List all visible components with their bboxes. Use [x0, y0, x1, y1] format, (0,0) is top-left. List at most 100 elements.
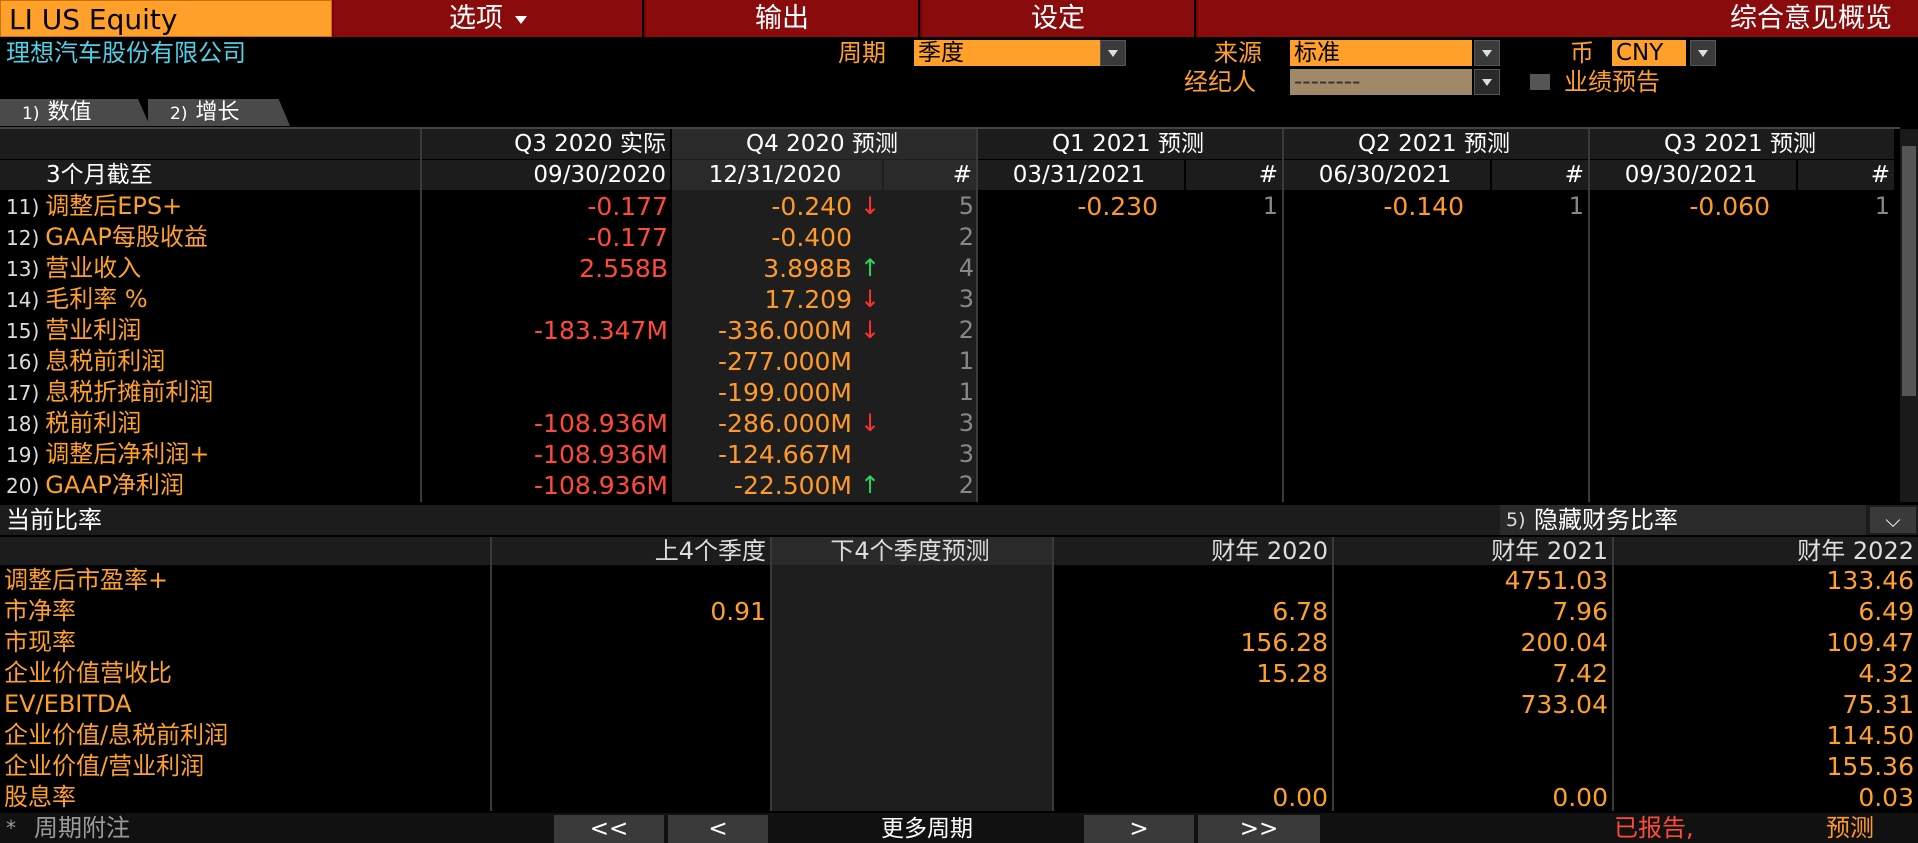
row-label[interactable]: 19) 调整后净利润+: [6, 439, 209, 470]
row-label[interactable]: 18) 税前利润: [6, 408, 141, 439]
currency-dropdown[interactable]: CNY: [1612, 40, 1686, 66]
row-label[interactable]: 13) 营业收入: [6, 253, 141, 284]
ticker-field[interactable]: LI US Equity: [0, 0, 332, 37]
hide-ratios-label: 隐藏财务比率: [1534, 506, 1678, 534]
ratio-value: [788, 720, 1048, 751]
next-period-button[interactable]: >: [1084, 815, 1194, 843]
divider: [490, 537, 492, 811]
row-number: 17): [6, 381, 40, 405]
ratio-header-fy2020: 财年 2020: [1054, 537, 1332, 565]
ratio-label[interactable]: 企业价值/营业利润: [4, 751, 204, 782]
ratio-label[interactable]: EV/EBITDA: [4, 689, 132, 720]
ratio-value: [1348, 751, 1608, 782]
row-number: 13): [6, 257, 40, 281]
hide-ratios-button[interactable]: 5) 隐藏财务比率: [1500, 505, 1866, 535]
ratio-value: [506, 782, 766, 813]
ratio-label[interactable]: 调整后市盈率+: [4, 565, 168, 596]
q4-estimate: -0.400: [771, 223, 852, 252]
row-label-text: 营业利润: [45, 316, 142, 344]
q4-estimate: -124.667M: [718, 440, 852, 469]
col-q4-2020-date: 12/31/2020: [672, 160, 882, 190]
ratio-value: [506, 565, 766, 596]
tab-growth[interactable]: 2) 增长: [148, 99, 290, 126]
period-dropdown[interactable]: 季度: [914, 40, 1100, 66]
actual-value: -0.177: [587, 192, 668, 221]
period-label: 周期: [838, 39, 886, 67]
more-periods-label: 更多周期: [772, 815, 1082, 843]
col-q2-2021-hash: #: [1492, 160, 1588, 190]
collapse-icon[interactable]: ⌵: [1870, 507, 1916, 533]
scrollbar-thumb[interactable]: [1902, 146, 1916, 396]
source-dropdown[interactable]: 标准: [1290, 40, 1472, 66]
overview-label: 综合意见概览: [1730, 3, 1892, 34]
first-period-button[interactable]: <<: [554, 815, 664, 843]
ratio-label[interactable]: 市现率: [4, 627, 76, 658]
broker-dropdown[interactable]: --------: [1290, 69, 1472, 95]
overview-title[interactable]: 综合意见概览: [1198, 0, 1918, 37]
divider: [1282, 129, 1284, 502]
ratio-value: 4751.03: [1504, 566, 1608, 595]
divider: [1612, 537, 1614, 811]
options-menu[interactable]: 选项: [334, 0, 644, 37]
chevron-down-icon: [515, 15, 527, 24]
ratio-value: 114.50: [1826, 721, 1914, 750]
divider: [1052, 537, 1054, 811]
row-label[interactable]: 20) GAAP净利润: [6, 470, 184, 501]
row-label[interactable]: 12) GAAP每股收益: [6, 222, 208, 253]
options-label: 选项: [449, 3, 503, 34]
row-label-text: 调整后净利润+: [45, 440, 210, 468]
actual-value: -108.936M: [534, 409, 668, 438]
row-label[interactable]: 15) 营业利润: [6, 315, 141, 346]
arrow-up-icon: ↑: [860, 254, 881, 282]
ratio-value: 7.96: [1552, 597, 1608, 626]
row-label[interactable]: 14) 毛利率 %: [6, 284, 148, 315]
col-q3-2021-date: 09/30/2021: [1590, 160, 1796, 190]
divider: [770, 537, 772, 811]
row-number: 15): [6, 319, 40, 343]
ratio-label[interactable]: 企业价值营收比: [4, 658, 172, 689]
arrow-up-icon: ↑: [860, 471, 881, 499]
row-number: 14): [6, 288, 40, 312]
ratio-value: 155.36: [1826, 752, 1914, 781]
prev-period-button[interactable]: <: [668, 815, 768, 843]
row-number: 16): [6, 350, 40, 374]
q2-count: 1: [1568, 192, 1584, 220]
row-label-text: 调整后EPS+: [45, 192, 183, 220]
tab-values[interactable]: 1) 数值: [0, 99, 150, 126]
divider: [976, 129, 978, 502]
ratio-value: [1068, 720, 1328, 751]
last-period-button[interactable]: >>: [1198, 815, 1320, 843]
q2-estimate: -0.140: [1383, 192, 1464, 221]
settings-menu[interactable]: 设定: [922, 0, 1196, 37]
q4-count: 5: [958, 192, 974, 220]
period-dropdown-chevron-icon[interactable]: [1100, 40, 1126, 66]
ratio-header-next4: 下4个季度预测: [772, 537, 1052, 565]
ratio-value: [506, 627, 766, 658]
col-q1-2021-hash: #: [1186, 160, 1282, 190]
tab-values-num: 1): [22, 104, 40, 124]
q4-estimate: 17.209: [764, 285, 852, 314]
source-dropdown-chevron-icon[interactable]: [1474, 40, 1500, 66]
company-name: 理想汽车股份有限公司: [6, 39, 246, 67]
actual-value: [422, 346, 668, 377]
ratio-label[interactable]: 股息率: [4, 782, 76, 813]
ratio-header-fy2021: 财年 2021: [1334, 537, 1612, 565]
period-notes-link[interactable]: 周期附注: [34, 814, 130, 842]
currency-dropdown-chevron-icon[interactable]: [1690, 40, 1716, 66]
row-label[interactable]: 16) 息税前利润: [6, 346, 165, 377]
output-menu[interactable]: 输出: [646, 0, 920, 37]
row-label[interactable]: 11) 调整后EPS+: [6, 191, 182, 222]
ratio-value: 733.04: [1520, 690, 1608, 719]
broker-label: 经纪人: [1184, 68, 1256, 96]
ratio-value: [1068, 751, 1328, 782]
actual-value: -183.347M: [534, 316, 668, 345]
broker-dropdown-chevron-icon[interactable]: [1474, 69, 1500, 95]
ratio-label[interactable]: 企业价值/息税前利润: [4, 720, 228, 751]
ratio-value: [1068, 565, 1328, 596]
guidance-checkbox[interactable]: [1530, 74, 1550, 90]
ratio-label[interactable]: 市净率: [4, 596, 76, 627]
ratio-value: 0.03: [1858, 783, 1914, 812]
row-number: 18): [6, 412, 40, 436]
row-label[interactable]: 17) 息税折摊前利润: [6, 377, 213, 408]
row-number: 20): [6, 474, 40, 498]
